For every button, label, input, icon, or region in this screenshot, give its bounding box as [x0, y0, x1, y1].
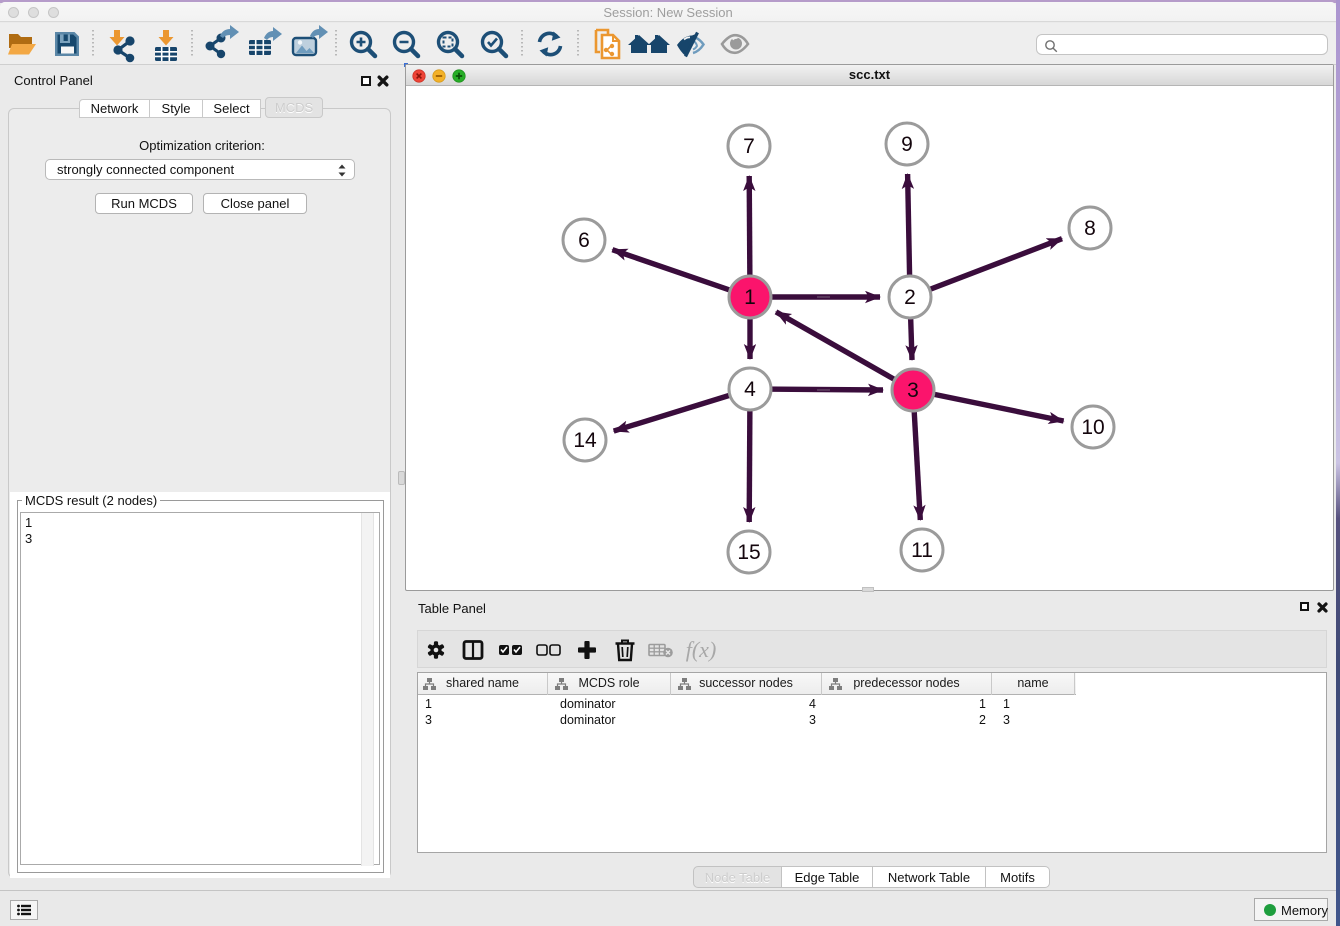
svg-text:3: 3: [907, 379, 919, 402]
svg-text:8: 8: [1084, 217, 1096, 240]
svg-text:10: 10: [1081, 416, 1104, 439]
svg-text:11: 11: [911, 539, 933, 562]
svg-text:1: 1: [744, 286, 756, 309]
svg-text:2: 2: [904, 286, 916, 309]
svg-text:6: 6: [578, 229, 590, 252]
svg-text:9: 9: [901, 133, 913, 156]
svg-text:4: 4: [744, 378, 756, 401]
svg-text:7: 7: [743, 135, 755, 158]
svg-text:14: 14: [573, 429, 597, 452]
svg-text:15: 15: [737, 541, 760, 564]
svg-text:f(x): f(x): [686, 637, 717, 662]
